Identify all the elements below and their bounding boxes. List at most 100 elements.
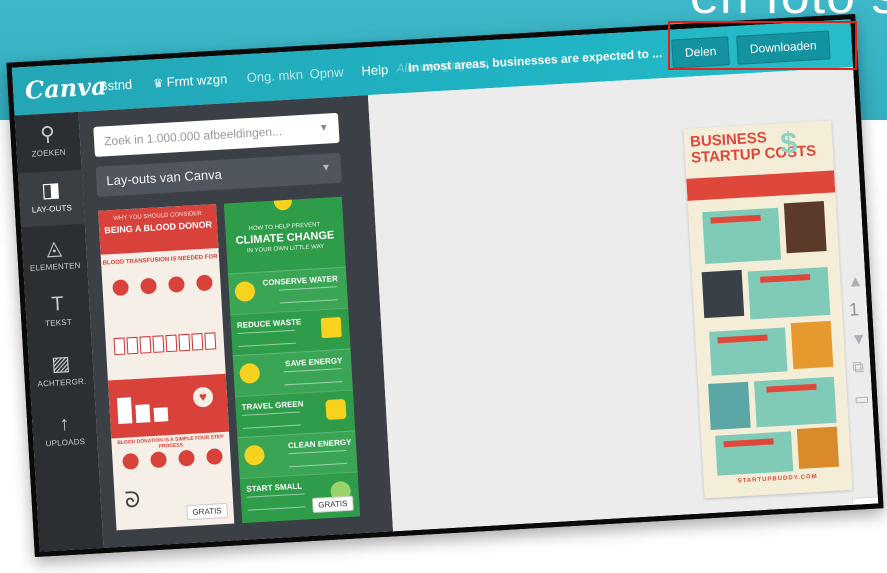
design-photo-lamborghini xyxy=(796,426,840,469)
free-badge: GRATIS xyxy=(186,502,229,521)
design-photo-car xyxy=(701,269,745,319)
template-blood-donor[interactable]: WHY YOU SHOULD CONSIDER BEING A BLOOD DO… xyxy=(98,204,235,531)
delete-page-icon[interactable]: ▭ xyxy=(854,389,870,410)
crown-icon: ♛ xyxy=(152,75,165,91)
blood-bag-icon xyxy=(139,336,152,354)
row-text-lines xyxy=(283,368,343,386)
image-search-input[interactable]: Zoek in 1.000.000 afbeeldingen... ▼ xyxy=(93,112,340,157)
template-subheading: BLOOD TRANSFUSION IS NEEDED FOR xyxy=(102,254,218,267)
template-row: TRAVEL GREEN xyxy=(235,389,356,438)
design-text-box xyxy=(715,431,794,476)
canva-screenshot: Canva Bstnd ♛ Frmt wzgn Ong. mkn Opnw Hel… xyxy=(6,13,884,558)
highlight-box xyxy=(668,21,857,70)
row-title: CLEAN ENERGY xyxy=(287,437,352,451)
template-kicker: HOW TO HELP PREVENT xyxy=(248,222,321,233)
sun-icon xyxy=(243,444,266,466)
move-down-icon[interactable]: ▼ xyxy=(850,331,867,350)
blood-bag-row xyxy=(113,332,217,356)
design-page[interactable]: BUSINESS STARTUP COSTS $ STARTUPBUDDY.CO… xyxy=(683,120,853,499)
menu-file[interactable]: Bstnd xyxy=(99,77,133,94)
circle-icon xyxy=(206,448,223,466)
trash-icon xyxy=(320,317,342,339)
circle-icon xyxy=(122,452,140,470)
menu-help[interactable]: Help xyxy=(361,62,389,79)
add-page-bar[interactable] xyxy=(851,496,879,507)
layouts-panel: Zoek in 1.000.000 afbeeldingen... ▼ Lay-… xyxy=(78,95,394,549)
menu-resize-label: Frmt wzgn xyxy=(166,71,228,90)
blood-bag-icon xyxy=(191,333,204,351)
circle-icon xyxy=(168,276,185,293)
move-up-icon[interactable]: ▲ xyxy=(847,273,864,292)
sidebar-item-uploads[interactable]: ↑ UPLOADS xyxy=(32,411,98,449)
blood-bag-icon xyxy=(126,336,139,355)
text-icon: T xyxy=(50,293,65,316)
template-row: REDUCE WASTE xyxy=(230,307,351,356)
chevron-down-icon: ▼ xyxy=(318,122,330,134)
row-text-lines xyxy=(278,286,338,304)
background-icon: ▨ xyxy=(50,352,71,376)
search-icon: ⚲ xyxy=(39,123,56,147)
design-intro-bar xyxy=(686,170,836,201)
circle-icon xyxy=(112,279,130,297)
bulb-icon xyxy=(239,362,261,384)
template-climate-change[interactable]: HOW TO HELP PREVENT CLIMATE CHANGE IN YO… xyxy=(223,196,361,524)
upload-icon: ↑ xyxy=(58,412,70,436)
bar-graphic xyxy=(116,397,133,425)
elements-icon: ◬ xyxy=(45,237,63,260)
bar-graphic xyxy=(153,407,169,422)
sidebar-item-label: UPLOADS xyxy=(45,436,86,449)
circle-icon xyxy=(140,277,157,295)
row-title: SAVE ENERGY xyxy=(284,356,343,369)
layout-icon: ◨ xyxy=(40,179,61,203)
page-number: 1 xyxy=(848,299,860,320)
circle-icon xyxy=(196,274,213,292)
step-icon-row xyxy=(122,448,223,470)
bar-graphic xyxy=(135,404,151,423)
row-text-lines xyxy=(246,493,306,511)
design-canvas-area: BUSINESS STARTUP COSTS $ STARTUPBUDDY.CO… xyxy=(367,67,879,532)
blood-bag-icon xyxy=(113,337,126,356)
row-title: START SMALL xyxy=(246,481,303,494)
row-text-lines xyxy=(242,411,301,429)
template-row: CLEAN ENERGY xyxy=(237,430,358,479)
design-photo-beetle xyxy=(708,381,751,430)
save-status: Alle wijzigingen o In most areas, busine… xyxy=(396,46,662,75)
canva-editor: Canva Bstnd ♛ Frmt wzgn Ong. mkn Opnw Hel… xyxy=(11,19,879,552)
sidebar-item-background[interactable]: ▨ ACHTERGR. xyxy=(28,351,94,389)
water-drop-icon xyxy=(234,280,256,303)
row-text-lines xyxy=(288,449,348,468)
free-badge: GRATIS xyxy=(311,495,354,513)
heart-icon: ♥ xyxy=(192,386,214,408)
menu-resize[interactable]: ♛ Frmt wzgn xyxy=(152,71,227,90)
car-icon xyxy=(325,398,347,421)
row-title: TRAVEL GREEN xyxy=(241,399,304,412)
stethoscope-icon: ᘐ xyxy=(124,486,142,513)
layout-source-select[interactable]: Lay-outs van Canva ▼ xyxy=(95,152,342,197)
canva-logo[interactable]: Canva xyxy=(24,71,107,105)
template-row: SAVE ENERGY xyxy=(232,348,353,397)
row-text-lines xyxy=(237,329,297,348)
save-status-faint: Alle wijzigingen o xyxy=(396,56,489,76)
template-header: HOW TO HELP PREVENT CLIMATE CHANGE IN YO… xyxy=(223,196,346,274)
template-header: WHY YOU SHOULD CONSIDER BEING A BLOOD DO… xyxy=(98,204,219,255)
blood-bag-icon xyxy=(178,333,191,352)
row-title: REDUCE WASTE xyxy=(236,317,302,331)
blood-bag-icon xyxy=(152,335,165,353)
blood-bag-icon xyxy=(204,332,217,350)
menu-undo[interactable]: Ong. mkn xyxy=(246,67,303,85)
sidebar-item-elements[interactable]: ◬ ELEMENTEN xyxy=(22,236,88,274)
sidebar-item-text[interactable]: T TEKST xyxy=(25,292,91,330)
sidebar-item-layouts[interactable]: ◨ LAY-OUTS xyxy=(17,169,85,228)
sidebar-item-label: TEKST xyxy=(44,317,73,329)
layout-source-value: Lay-outs van Canva xyxy=(105,166,223,189)
search-placeholder: Zoek in 1.000.000 afbeeldingen... xyxy=(103,124,283,149)
duplicate-page-icon[interactable]: ⧉ xyxy=(852,359,864,378)
template-band: ♥ xyxy=(107,373,230,439)
sidebar-item-search[interactable]: ⚲ ZOEKEN xyxy=(15,122,81,160)
menu-redo[interactable]: Opnw xyxy=(309,65,344,82)
design-photo-sportscar xyxy=(790,320,834,370)
icon-row xyxy=(112,274,213,297)
blood-bag-icon xyxy=(165,334,178,353)
circle-icon xyxy=(178,449,195,467)
chevron-down-icon: ▼ xyxy=(320,162,332,174)
